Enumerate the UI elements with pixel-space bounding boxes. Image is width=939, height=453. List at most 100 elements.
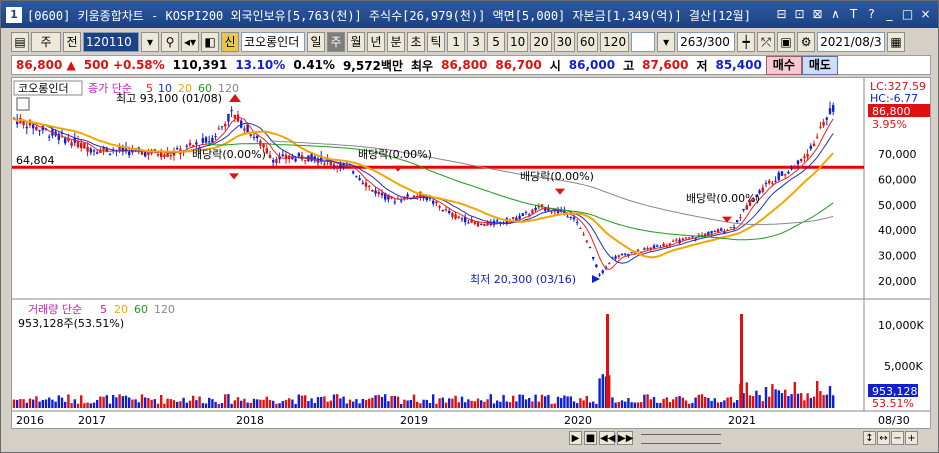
maximize-button[interactable]: □ <box>899 5 916 23</box>
chart-menu-icon[interactable] <box>16 97 30 111</box>
settings-icon[interactable]: ⚙ <box>797 32 816 52</box>
layout-icon[interactable]: ⊟ <box>773 5 790 23</box>
candle-body <box>358 178 361 181</box>
buy-button[interactable]: 매수 <box>765 55 802 75</box>
volume-bar <box>70 403 73 408</box>
candle-body <box>617 255 620 257</box>
bar-count-field[interactable]: 263/300 <box>677 32 736 52</box>
candle-body <box>217 128 220 130</box>
link-icon[interactable]: ⊡ <box>791 5 808 23</box>
search-icon[interactable]: ⚲ <box>161 32 179 52</box>
candle-body <box>448 210 451 214</box>
interval-custom-input[interactable] <box>631 32 656 52</box>
interval-dropdown-icon[interactable]: ▾ <box>657 32 676 52</box>
candle-body <box>764 183 768 185</box>
interval-10[interactable]: 10 <box>507 32 529 52</box>
candle-body <box>713 230 716 232</box>
volume-bar <box>156 403 160 408</box>
fit-horizontal-icon[interactable]: ↔ <box>877 431 890 445</box>
volume-bar <box>809 398 812 408</box>
price-tick-label: 50,000 <box>878 199 917 212</box>
help-icon[interactable]: ? <box>863 5 880 23</box>
volume-bar <box>787 395 790 408</box>
open-label: 시 <box>549 58 561 73</box>
title-bar: 1 [0600] 키움종합차트 - KOSPI200 외국인보유[5,763(천… <box>1 1 938 28</box>
candle-body <box>745 205 748 210</box>
crosshair-icon[interactable]: ⤱ <box>757 32 776 52</box>
candle-body <box>496 220 499 222</box>
period-year[interactable]: 년 <box>367 32 386 52</box>
volume-bar <box>60 397 64 408</box>
volume-bar <box>579 398 582 408</box>
period-minute[interactable]: 분 <box>387 32 406 52</box>
volume-bar <box>428 403 432 408</box>
volume-bar <box>28 398 32 408</box>
type-select[interactable]: 주 <box>31 32 61 52</box>
volume-bar <box>217 403 220 408</box>
candle-body <box>825 117 828 120</box>
high-label: 고 <box>623 58 635 73</box>
interval-20[interactable]: 20 <box>530 32 552 52</box>
volume-bar <box>400 403 403 408</box>
font-icon[interactable]: T <box>845 5 862 23</box>
stop-button[interactable]: ■ <box>584 431 597 445</box>
volume-bar <box>707 397 710 408</box>
candle-body <box>787 171 790 174</box>
period-month[interactable]: 월 <box>347 32 366 52</box>
candlestick-chart[interactable]: 코오롱인더 종가 단순 5 10 20 60 120 최고 93,100 (01… <box>12 78 930 428</box>
interval-1[interactable]: 1 <box>447 32 466 52</box>
x-label-2017: 2017 <box>78 414 106 427</box>
interval-120[interactable]: 120 <box>600 32 630 52</box>
period-week[interactable]: 주 <box>327 32 346 52</box>
close-button[interactable]: × <box>917 5 934 23</box>
volume-bar <box>281 400 284 408</box>
fit-vertical-icon[interactable]: ↕ <box>863 431 876 445</box>
save-icon[interactable]: ▣ <box>777 32 796 52</box>
collapse-icon[interactable]: ∧ <box>827 5 844 23</box>
print-icon[interactable]: ⊠ <box>809 5 826 23</box>
tag-icon[interactable]: ◧ <box>201 32 220 52</box>
date-field[interactable]: 2021/08/3 <box>817 32 886 52</box>
volume-bar <box>380 396 384 408</box>
calendar-icon[interactable]: ▦ <box>887 32 906 52</box>
volume-bar <box>784 389 787 408</box>
forward-button[interactable]: ▶▶ <box>617 431 633 445</box>
sound-icon[interactable]: ◂▾ <box>181 32 200 52</box>
candle-body <box>688 237 691 239</box>
scroll-slider[interactable] <box>641 434 721 444</box>
candle-icon[interactable]: ┿ <box>737 32 756 52</box>
stock-code-input[interactable]: 120110 <box>83 32 139 52</box>
interval-60[interactable]: 60 <box>576 32 599 52</box>
interval-5[interactable]: 5 <box>487 32 506 52</box>
prev-button[interactable]: 전 <box>63 32 81 52</box>
chart-area[interactable]: 코오롱인더 종가 단순 5 10 20 60 120 최고 93,100 (01… <box>11 77 931 429</box>
volume-bar <box>240 400 243 408</box>
candle-body <box>518 215 521 220</box>
period-tick[interactable]: 틱 <box>427 32 446 52</box>
candle-body <box>144 152 147 157</box>
rewind-button[interactable]: ◀◀ <box>599 431 615 445</box>
sell-button[interactable]: 매도 <box>801 55 838 75</box>
code-dropdown-icon[interactable]: ▾ <box>141 32 159 52</box>
zoom-in-button[interactable]: + <box>905 431 918 445</box>
volume-bar <box>675 396 678 408</box>
candle-body <box>163 154 166 158</box>
volume-bar <box>348 399 352 408</box>
candle-body <box>281 154 284 156</box>
candle-body <box>457 216 460 218</box>
minimize-button[interactable]: _ <box>881 5 898 23</box>
volume-bar <box>345 403 348 408</box>
stock-name-field[interactable]: 코오롱인더 <box>241 32 306 52</box>
candle-body <box>35 126 38 131</box>
x-label-2019: 2019 <box>400 414 428 427</box>
period-second[interactable]: 초 <box>407 32 426 52</box>
interval-30[interactable]: 30 <box>553 32 575 52</box>
zoom-out-button[interactable]: − <box>891 431 904 445</box>
candle-body <box>400 200 403 202</box>
interval-3[interactable]: 3 <box>467 32 486 52</box>
volume-bar <box>368 398 371 408</box>
volume-bar <box>560 398 563 408</box>
period-day[interactable]: 일 <box>307 32 326 52</box>
play-button[interactable]: ▶ <box>569 431 582 445</box>
layout-toggle-icon[interactable]: ▤ <box>11 32 29 52</box>
